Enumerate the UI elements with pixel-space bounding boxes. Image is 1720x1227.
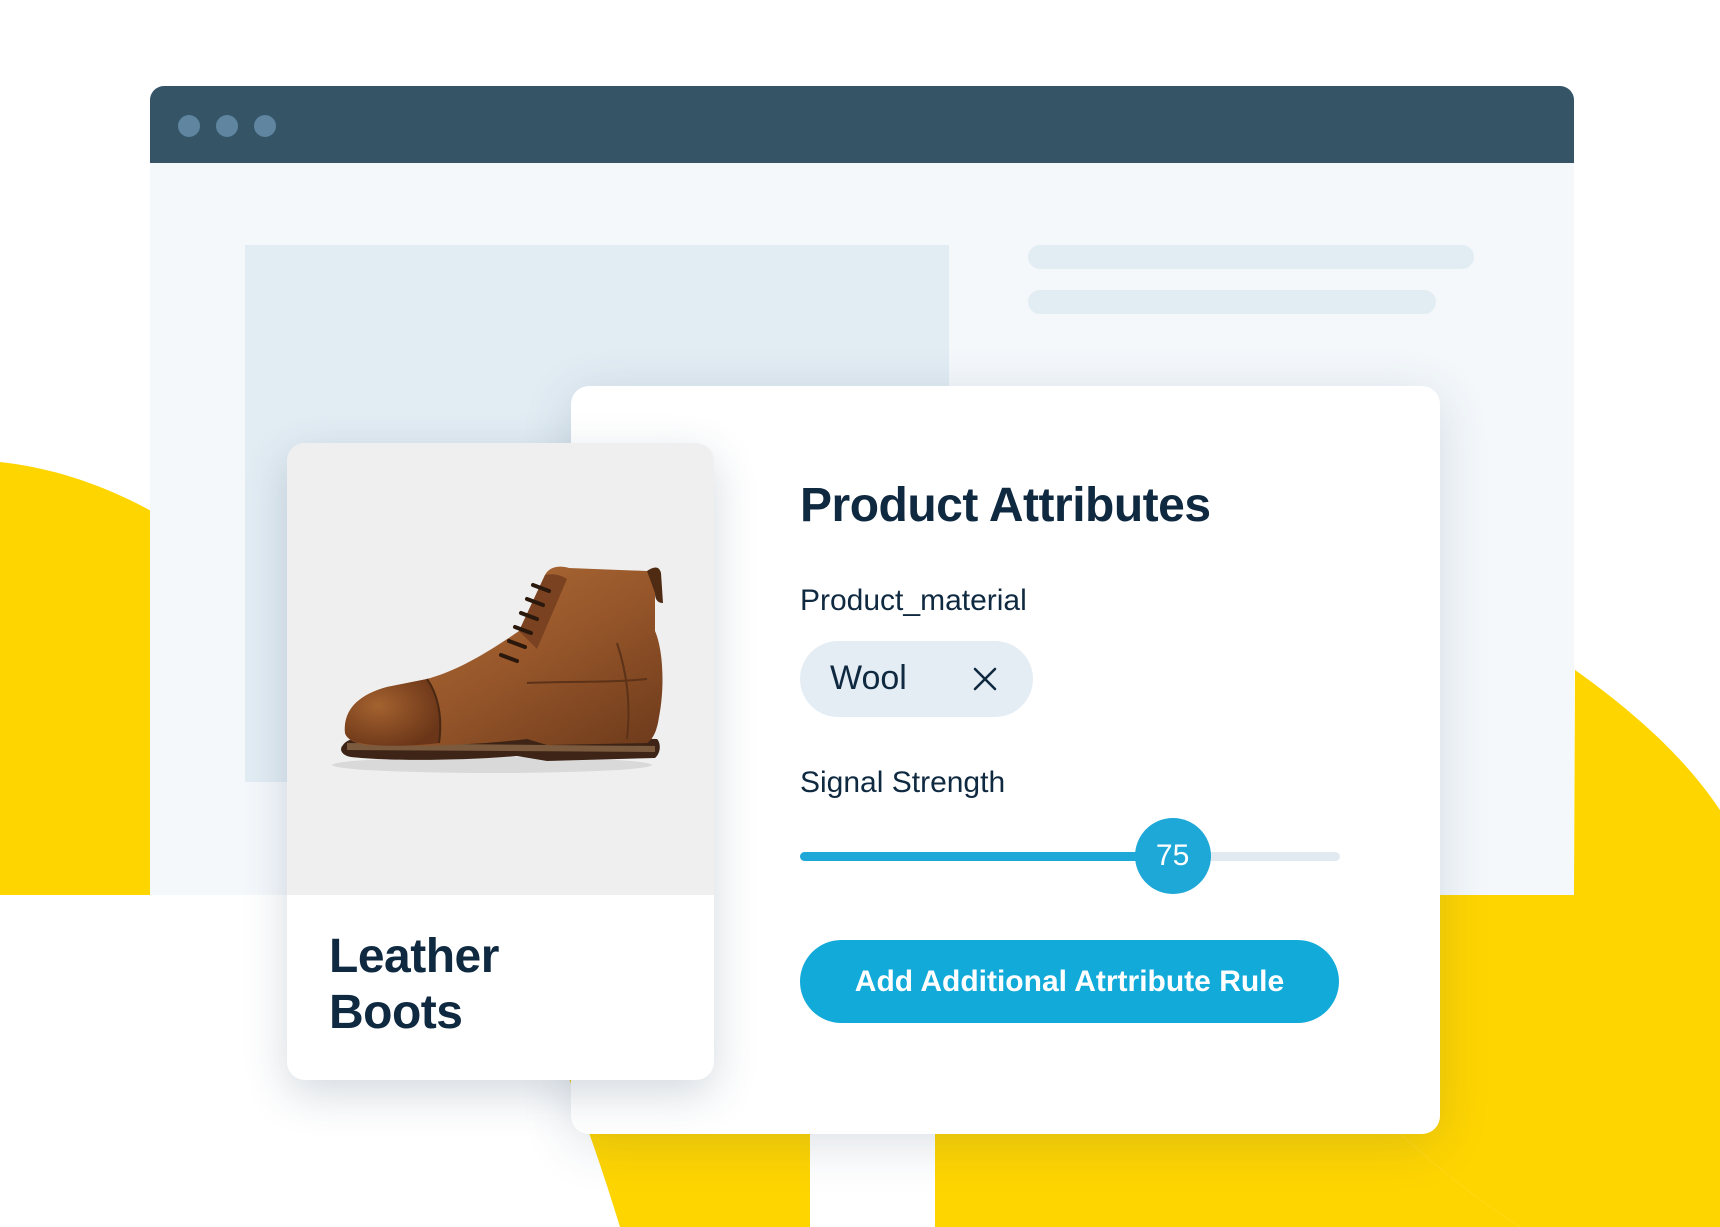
close-icon[interactable] xyxy=(972,666,998,692)
window-dot-icon[interactable] xyxy=(178,115,200,137)
slider-fill xyxy=(800,852,1173,861)
stage: Product Attributes Product_material Wool… xyxy=(0,0,1720,1227)
panel-title: Product Attributes xyxy=(800,479,1211,532)
product-card[interactable]: Leather Boots xyxy=(287,443,714,1080)
material-chip[interactable]: Wool xyxy=(800,641,1033,717)
slider-thumb[interactable]: 75 xyxy=(1134,818,1211,894)
signal-strength-slider[interactable]: 75 xyxy=(800,816,1340,896)
product-image xyxy=(287,443,714,895)
product-material-label: Product_material xyxy=(800,584,1027,617)
browser-title-bar xyxy=(150,86,1574,163)
window-dot-icon[interactable] xyxy=(254,115,276,137)
signal-strength-label: Signal Strength xyxy=(800,766,1006,799)
product-name: Leather Boots xyxy=(329,930,499,1039)
placeholder-text-line xyxy=(1028,290,1436,314)
material-chip-label: Wool xyxy=(830,659,907,697)
add-attribute-rule-button[interactable]: Add Additional Atrtribute Rule xyxy=(800,940,1339,1023)
placeholder-text-line xyxy=(1028,245,1474,269)
window-dot-icon[interactable] xyxy=(216,115,238,137)
leather-boot-image xyxy=(332,566,663,773)
